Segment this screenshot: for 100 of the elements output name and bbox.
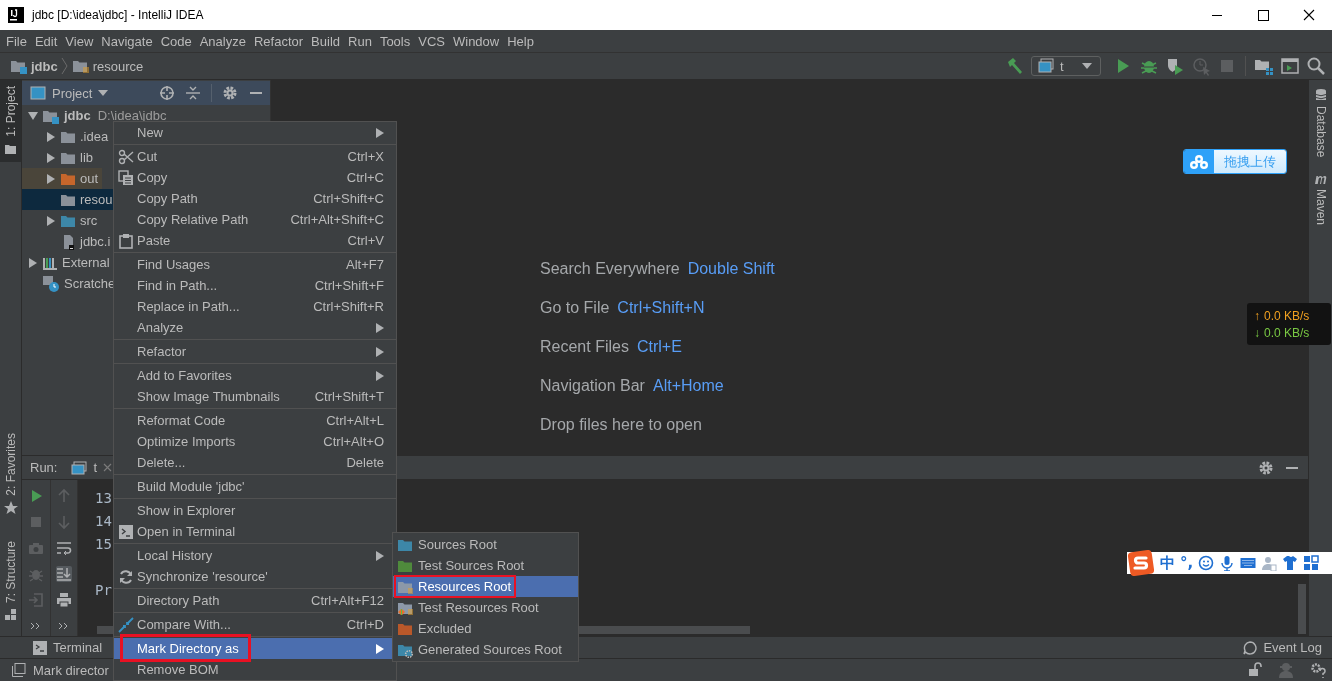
tool-window-tab[interactable]: 2: Favorites (0, 427, 21, 521)
close-icon (103, 463, 113, 472)
tree-item[interactable]: src (22, 210, 102, 231)
menu-item[interactable]: Tools (375, 33, 415, 49)
menu-item[interactable]: Run (344, 33, 376, 49)
menu-item[interactable]: Window (448, 33, 504, 49)
hint-text: Recent Files (540, 337, 629, 357)
menu-item[interactable]: Refactor (114, 341, 396, 362)
smiley-icon[interactable] (1198, 555, 1215, 571)
breadcrumb[interactable]: jdbc (10, 58, 58, 74)
menu-item[interactable]: Find Usages Alt+F7 (114, 254, 396, 275)
menu-item[interactable]: Build (307, 33, 344, 49)
ime-toggle[interactable]: 中 (1160, 553, 1175, 573)
scrollbar[interactable] (1298, 584, 1306, 634)
terminal-tab[interactable]: Terminal (33, 640, 103, 655)
search-icon[interactable] (1306, 56, 1326, 76)
tree-item[interactable]: lib (22, 147, 97, 168)
settings-icon[interactable] (222, 85, 238, 101)
menu-item[interactable]: Replace in Path... Ctrl+Shift+R (114, 296, 396, 317)
scroll-to-end-icon[interactable] (56, 566, 72, 582)
menu-item[interactable]: Delete... Delete (114, 452, 396, 473)
speed-arrow: ↑ (1254, 308, 1260, 323)
speed-value: 0.0 KB/s (1264, 308, 1310, 323)
menu-item[interactable]: Build Module 'jdbc' (114, 476, 396, 497)
menu-item[interactable]: Copy Ctrl+C (114, 167, 396, 188)
ime-toggle[interactable]: °, (1180, 554, 1194, 572)
menu-item[interactable]: Test Sources Root (393, 555, 578, 576)
app-logo-icon (8, 7, 24, 23)
copy-icon (118, 169, 134, 186)
grid-icon[interactable] (1303, 555, 1320, 571)
square-icon[interactable] (12, 663, 26, 677)
menu-item[interactable]: Analyze (195, 33, 250, 49)
menu-item[interactable]: Optimize Imports Ctrl+Alt+O (114, 431, 396, 452)
tool-window-tab[interactable]: 7: Structure (0, 534, 21, 628)
tree-item[interactable]: out (22, 168, 103, 189)
menu-item[interactable]: Copy Relative Path Ctrl+Alt+Shift+C (114, 209, 396, 230)
menu-item[interactable]: Reformat Code Ctrl+Alt+L (114, 410, 396, 431)
shortcut-text: Alt+Home (652, 376, 724, 396)
menu-item[interactable]: Edit (30, 33, 62, 49)
database-icon (1313, 88, 1328, 102)
window-title: jdbc [D:\idea\jdbc] - IntelliJ IDEA (32, 8, 205, 22)
view-selector[interactable]: Project (30, 85, 109, 101)
hammer-icon[interactable] (1005, 56, 1025, 76)
menu-item[interactable]: View (61, 33, 98, 49)
menu-item[interactable]: Directory Path Ctrl+Alt+F12 (114, 590, 396, 611)
menu-item[interactable]: Paste Ctrl+V (114, 230, 396, 251)
tree-item[interactable]: .idea (22, 126, 113, 147)
menu-item[interactable]: Analyze (114, 317, 396, 338)
locate-icon[interactable] (159, 85, 175, 101)
menu-item[interactable]: Cut Ctrl+X (114, 146, 396, 167)
menu-item[interactable]: Add to Favorites (114, 365, 396, 386)
run-configuration-dropdown[interactable]: t (1031, 56, 1101, 76)
structure-icon (3, 607, 18, 622)
scissors-icon (118, 148, 134, 165)
tree-item[interactable]: External (22, 252, 114, 273)
menu-item[interactable]: Test Resources Root (393, 597, 578, 618)
unlock-icon[interactable] (1248, 662, 1262, 676)
menu-item[interactable]: Local History (114, 545, 396, 566)
run-tab[interactable]: t (71, 460, 113, 475)
tool-window-tab[interactable]: 1: Project (0, 80, 21, 162)
menu-item[interactable]: Show Image Thumbnails Ctrl+Shift+T (114, 386, 396, 407)
menu-item[interactable]: Refactor (249, 33, 308, 49)
menu-item[interactable]: Synchronize 'resource' (114, 566, 396, 587)
menu-item[interactable]: VCS (414, 33, 449, 49)
terminal-icon (118, 523, 134, 540)
star-icon (3, 499, 18, 515)
menu-item[interactable]: Remove BOM (114, 659, 396, 680)
menu-item[interactable]: Show in Explorer (114, 500, 396, 521)
menu-item[interactable]: Resources Root (393, 576, 578, 597)
s-logo-icon[interactable] (1127, 550, 1155, 576)
keyboard-icon[interactable] (1240, 555, 1257, 571)
tree-item[interactable]: jdbc.i (22, 231, 115, 252)
collapse-icon[interactable] (185, 85, 201, 101)
menu-item[interactable]: Generated Sources Root (393, 639, 578, 660)
menu-item[interactable]: Code (156, 33, 196, 49)
menu-item[interactable]: Compare With... Ctrl+D (114, 614, 396, 635)
event-log-tab[interactable]: Event Log (1243, 640, 1322, 655)
tool-window-tab[interactable]: Database (1313, 88, 1328, 158)
shirt-icon[interactable] (1282, 555, 1299, 571)
shield-run-icon[interactable] (1165, 56, 1185, 76)
settings-question-icon[interactable] (1310, 662, 1326, 678)
menu-item[interactable]: Sources Root (393, 534, 578, 555)
m-letter-icon (1313, 173, 1328, 186)
terminal-window-icon[interactable] (1280, 56, 1300, 76)
menu-item[interactable]: Navigate (97, 33, 157, 49)
cloud-badge[interactable] (1184, 150, 1214, 173)
wrap-icon[interactable] (56, 540, 72, 556)
caret-icon (1082, 63, 1092, 69)
menu-item[interactable]: Open in Terminal (114, 521, 396, 542)
menu-item[interactable]: Help (503, 33, 538, 49)
hint-text: Drop files here to open (540, 415, 702, 435)
settings-icon[interactable] (1258, 459, 1274, 476)
menu-item[interactable]: Excluded (393, 618, 578, 639)
microphone-icon[interactable] (1219, 555, 1236, 571)
submenu-arrow-icon (376, 550, 384, 561)
menu-item[interactable]: Copy Path Ctrl+Shift+C (114, 188, 396, 209)
menu-item[interactable]: File (2, 33, 31, 49)
printer-icon[interactable] (56, 592, 72, 608)
tool-window-tab[interactable]: Maven (1313, 173, 1328, 226)
breadcrumb[interactable]: resource (71, 58, 144, 74)
